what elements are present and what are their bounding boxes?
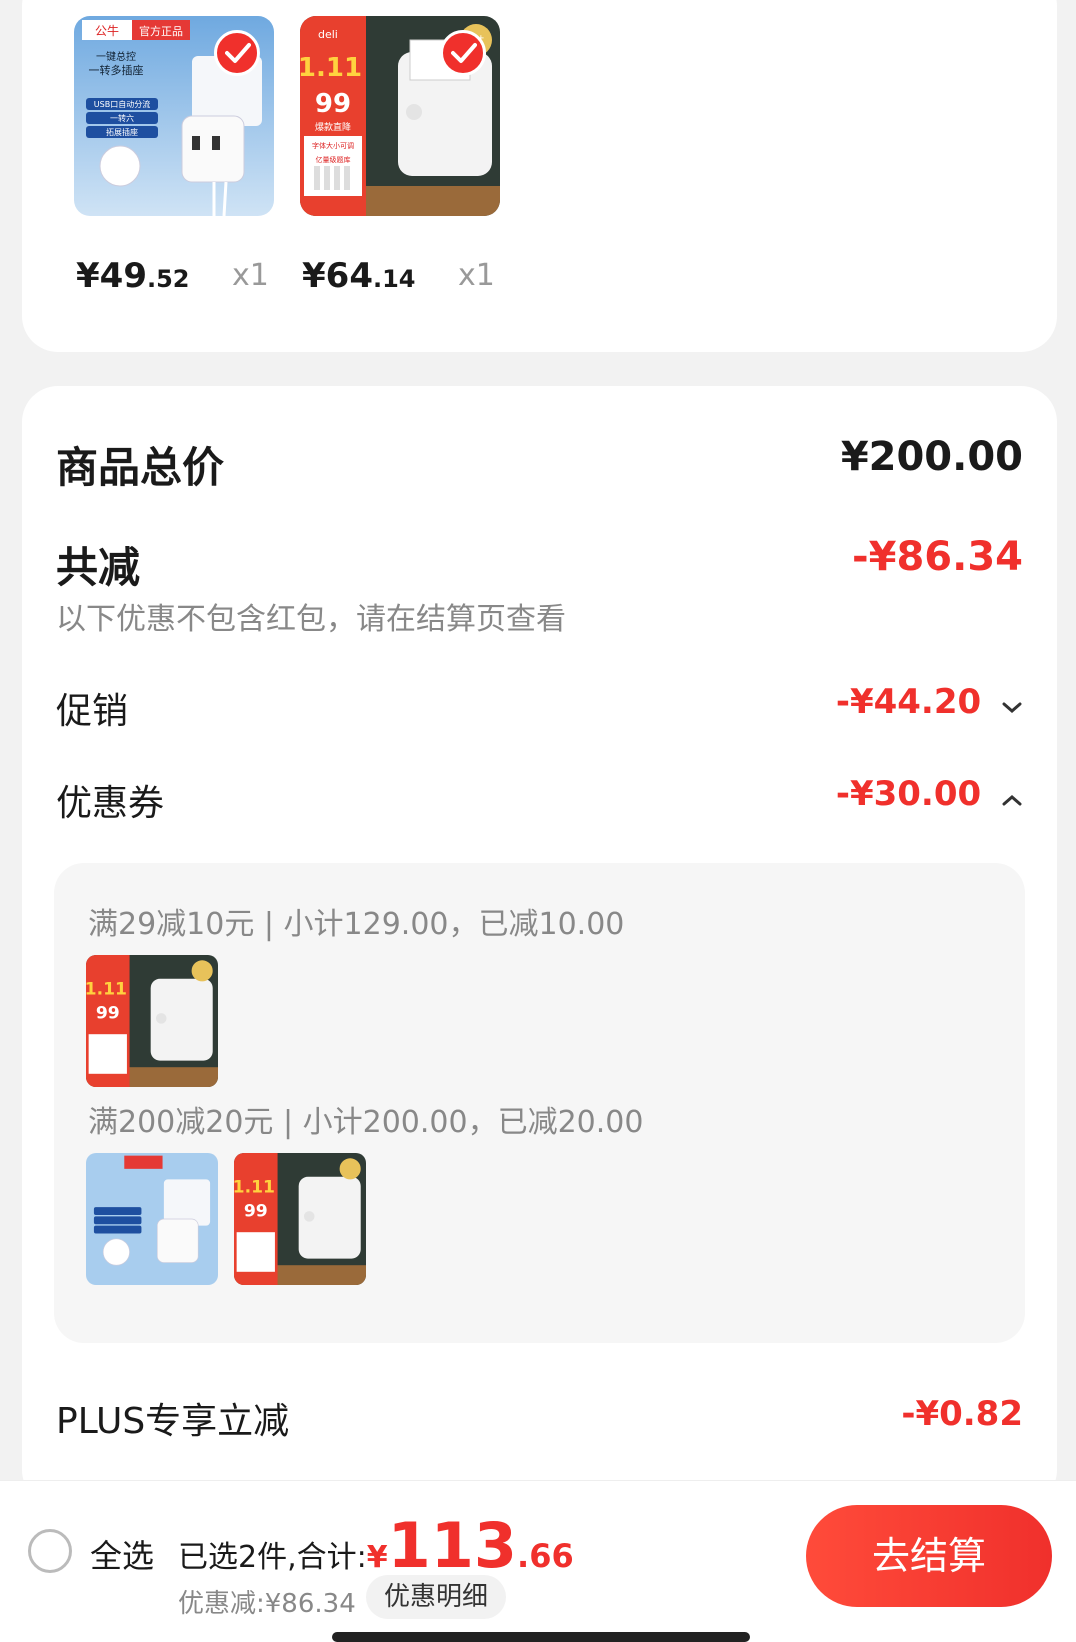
feature: USB口自动分流 [94,99,150,109]
total-dec: .66 [517,1537,574,1575]
power-strip-thumb [86,1153,218,1285]
product-image-label-printer[interactable]: deli 1.11 99 爆款直降 字体大小可调 亿量级题库 2寸 [300,16,500,216]
product-image-power-strip[interactable]: 公牛 官方正品 一键总控 一转多插座 USB口自动分流 一转六 拓展插座 [74,16,274,216]
product-price: ¥64.14 [302,256,416,296]
coupon-detail-box: 满29减10元 | 小计129.00，已减10.00 1.11 99 满200减… [54,863,1025,1343]
coupon-line: 满200减20元 | 小计200.00，已减20.00 [88,1105,644,1140]
chevron-down-icon [1001,684,1023,724]
price-int: ¥49 [76,256,147,296]
coupon-thumb-label-printer[interactable]: 1.11 99 [234,1153,366,1285]
coupon-label: 优惠券 [56,783,165,824]
feature2: 一转六 [110,113,134,123]
promo-text3: 亿量级题库 [316,155,351,164]
home-indicator [332,1632,750,1642]
headline: 一键总控 [96,50,136,63]
selected-summary: 已选2件,合计:¥113.66 [178,1509,574,1582]
checkout-button[interactable]: 去结算 [806,1505,1052,1607]
plus-value: -¥0.82 [901,1394,1023,1434]
saved-amount: 优惠减:¥86.34 [178,1589,356,1619]
selected-products-card: 公牛 官方正品 一键总控 一转多插座 USB口自动分流 一转六 拓展插座 ¥49… [22,0,1057,352]
svg-text:1.11: 1.11 [234,1178,275,1198]
price-summary-card: 商品总价 ¥200.00 共减 -¥86.34 以下优惠不包含红包，请在结算页查… [22,386,1057,1506]
total-value: ¥200.00 [840,434,1023,480]
price-dec: .52 [146,265,190,293]
label-printer-thumb: 1.11 99 [234,1153,366,1285]
discount-note: 以下优惠不包含红包，请在结算页查看 [56,602,566,637]
official-tag: 官方正品 [139,24,183,38]
svg-text:99: 99 [244,1201,268,1221]
promo-label: 促销 [56,691,129,732]
coupon-line: 满29减10元 | 小计129.00，已减10.00 [88,907,625,942]
discount-detail-button[interactable]: 优惠明细 [366,1575,507,1619]
total-currency: ¥ [366,1540,388,1575]
chevron-up-icon [1001,776,1023,816]
checkout-bar: 全选 已选2件,合计:¥113.66 优惠减:¥86.34 优惠明细 去结算 [0,1480,1076,1642]
svg-text:1.11: 1.11 [86,980,127,1000]
promo-value: -¥44.20 [835,682,982,722]
promo-num: 99 [315,89,351,119]
svg-text:99: 99 [96,1003,120,1023]
promo-text: 爆款直降 [315,121,351,133]
selected-text: 已选2件,合计: [178,1540,367,1575]
brand-tag: deli [318,28,338,41]
total-label: 商品总价 [56,443,225,492]
label-printer-thumb: 1.11 99 [86,955,218,1087]
price-dec: .14 [372,265,416,293]
select-all-radio[interactable] [28,1529,72,1573]
price-int: ¥64 [302,256,373,296]
discount-value: -¥86.34 [852,534,1023,580]
coupon-row-toggle[interactable]: -¥30.00 [836,774,1023,816]
feature3: 拓展插座 [106,127,138,137]
coupon-thumb-power-strip[interactable] [86,1153,218,1285]
discount-label: 共减 [56,543,141,592]
product-price: ¥49.52 [76,256,190,296]
promo-text2: 字体大小可调 [312,141,354,150]
plus-label: PLUS专享立减 [56,1401,290,1442]
brand-tag: 公牛 [95,23,119,38]
select-all-label[interactable]: 全选 [90,1531,154,1577]
promo-row-toggle[interactable]: -¥44.20 [836,682,1023,724]
coupon-value: -¥30.00 [835,774,982,814]
selected-check-icon[interactable] [214,30,260,76]
total-int: 113 [387,1509,518,1582]
product-qty: x1 [458,258,495,293]
coupon-thumb-label-printer[interactable]: 1.11 99 [86,955,218,1087]
svg-text:1.11: 1.11 [300,53,362,83]
product-qty: x1 [232,258,269,293]
selected-check-icon[interactable] [440,30,486,76]
subline: 一转多插座 [89,63,144,77]
